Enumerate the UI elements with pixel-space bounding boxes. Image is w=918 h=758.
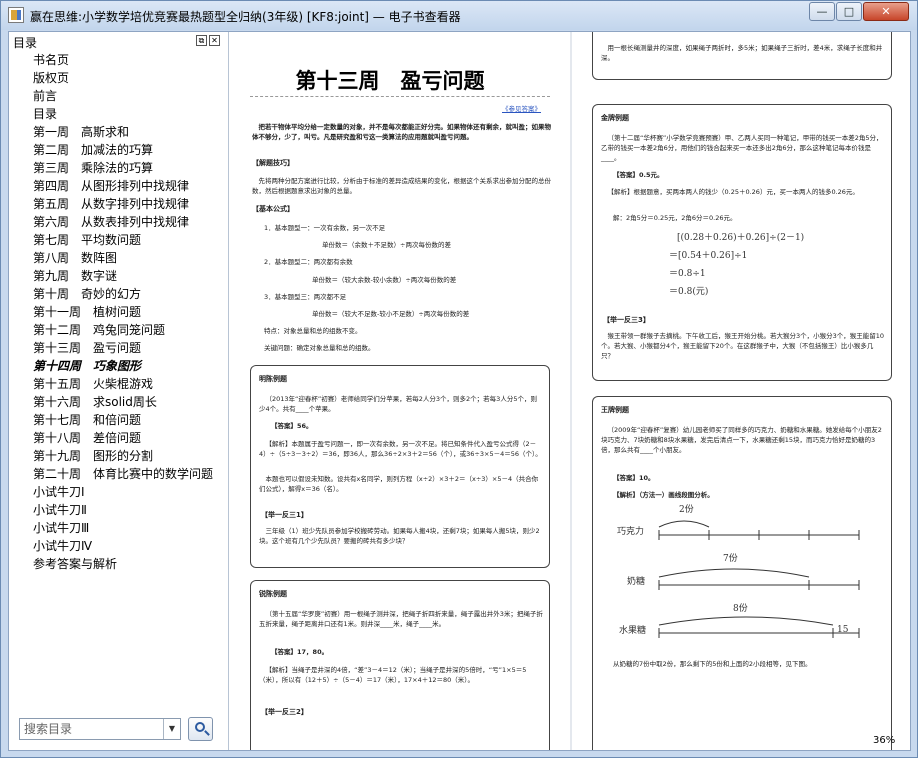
toc-item[interactable]: 第二十周 体育比赛中的数学问题 <box>33 465 227 483</box>
example-box-2: 锐陈例题 （第十五届“华罗庚”初赛）用一根绳子测井深，把绳子折四折来量，绳子露出… <box>250 580 550 750</box>
right-page: 用一根长绳测量井的深度，如果绳子两折时，多5米；如果绳子三折时，差4米，求绳子长… <box>572 32 910 750</box>
toc-item[interactable]: 书名页 <box>33 51 227 69</box>
toc-item[interactable]: 第二周 加减法的巧算 <box>33 141 227 159</box>
formula-heading: 【基本公式】 <box>252 205 294 213</box>
toc-item[interactable]: 第十三周 盈亏问题 <box>33 339 227 357</box>
toc-list: 书名页 版权页 前言 目录 第一周 高斯求和 第二周 加减法的巧算 第三周 乘除法的巧算 第四… <box>33 51 227 573</box>
chapter-title: 第十三周 盈亏问题 <box>295 68 485 93</box>
formula-2b: 单份数＝（较大余数-较小余数）÷两次每份数的差 <box>312 276 457 284</box>
toc-item[interactable]: 第一周 高斯求和 <box>33 123 227 141</box>
formula-1: 1．基本题型一：一次有余数，另一次不足 <box>264 224 386 232</box>
toc-item[interactable]: 第六周 从数表排列中找规律 <box>33 213 227 231</box>
tips-text: 先将两种分配方案进行比较，分析由于标准的差异造成结果的变化，根据这个关系求出参加… <box>252 177 551 195</box>
example-problem: （第十五届“华罗庚”初赛）用一根绳子测井深，把绳子折四折来量，绳子露出井外3米；… <box>259 610 543 628</box>
answer-link[interactable]: 《参见答案》 <box>502 104 541 114</box>
math-line-2: ＝[0.54＋0.26]÷1 <box>669 251 748 261</box>
toc-title: 目录 <box>13 36 38 50</box>
toc-item[interactable]: 第九周 数字谜 <box>33 267 227 285</box>
practice-heading: 【举一反三2】 <box>261 708 308 716</box>
toc-item[interactable]: 第十五周 火柴棍游戏 <box>33 375 227 393</box>
toc-item[interactable]: 小试牛刀Ⅱ <box>33 501 227 519</box>
toc-item[interactable]: 第十周 奇妙的幻方 <box>33 285 227 303</box>
example-answer: 【答案】0.5元。 <box>613 171 664 179</box>
practice-continuation-box: 用一根长绳测量井的深度，如果绳子两折时，多5米；如果绳子三折时，差4米，求绳子长… <box>592 32 892 80</box>
book-viewer[interactable]: 第十三周 盈亏问题 《参见答案》 把若干物体平均分给一定数量的对象，并不是每次都… <box>230 32 910 750</box>
close-pane-icon[interactable]: ✕ <box>209 35 220 46</box>
toc-item[interactable]: 第十六周 求solid周长 <box>33 393 227 411</box>
close-button[interactable]: ✕ <box>863 2 909 21</box>
toc-item[interactable]: 小试牛刀Ⅳ <box>33 537 227 555</box>
example-analysis: 【解析】根据题意，买两本两人的钱少（0.25＋0.26）元，买一本两人的钱多0.… <box>607 188 859 196</box>
toc-item[interactable]: 版权页 <box>33 69 227 87</box>
toc-item[interactable]: 小试牛刀Ⅲ <box>33 519 227 537</box>
math-line-1: [(0.28＋0.26)＋0.26]÷(2－1) <box>677 233 805 243</box>
window-title: 赢在思维:小学数学培优竞赛最热题型全归纳(3年级) [KF8:joint] — … <box>30 10 461 24</box>
example-title: 锐陈例题 <box>259 590 287 598</box>
formula-3: 3．基本题型三：两次都不足 <box>264 293 347 301</box>
math-line-4: ＝0.8(元) <box>669 287 709 297</box>
app-window: 赢在思维:小学数学培优竞赛最热题型全归纳(3年级) [KF8:joint] — … <box>0 0 918 758</box>
practice-text: 三年级（1）班少先队员参加学校搬砖劳动。如果每人搬4块，还剩7块；如果每人搬5块… <box>259 527 540 545</box>
toc-item[interactable]: 前言 <box>33 87 227 105</box>
chevron-down-icon[interactable]: ▼ <box>163 719 180 739</box>
toc-item[interactable]: 参考答案与解析 <box>33 555 227 573</box>
example-box-4: 王牌例题 （2009年“迎春杯”复赛）幼儿园老师买了同样多的巧克力、奶糖和水果糖… <box>592 396 892 750</box>
example-box-1: 明陈例题 （2013年“迎春杯”初赛）老师给同学们分苹果，若每2人分3个，则多2… <box>250 365 550 568</box>
toc-item[interactable]: 第十二周 鸡兔同笼问题 <box>33 321 227 339</box>
formula-1b: 单份数＝（余数＋不足数）÷两次每份数的差 <box>322 241 451 249</box>
practice-heading: 【举一反三3】 <box>603 316 650 324</box>
practice-heading: 【举一反三1】 <box>261 511 308 519</box>
toc-panel: 目录 ⧉ ✕ 书名页 版权页 前言 目录 第一周 高斯求和 第二周 加减法的巧算 第三周 乘… <box>9 32 229 750</box>
zoom-level: 36% <box>873 735 896 746</box>
maximize-button[interactable]: □ <box>836 2 862 21</box>
toc-search-combo[interactable]: ▼ <box>19 718 181 740</box>
example-problem: （2013年“迎春杯”初赛）老师给同学们分苹果，若每2人分3个，则多2个；若每3… <box>259 395 537 413</box>
example-box-3: 金牌例题 （第十二届“华杯赛”小学数学竞赛预赛）甲、乙两人买同一种笔记，甲带的钱… <box>592 104 892 381</box>
example-analysis: 【解析】本题属于盈亏问题一，即一次有余数，另一次不足。将已知条件代入盈亏公式得（… <box>259 440 542 458</box>
feature-note: 特点：对象总量和总的组数不变。 <box>264 327 362 335</box>
toc-item[interactable]: 第三周 乘除法的巧算 <box>33 159 227 177</box>
book-icon <box>8 7 24 23</box>
key-note: 关键问题：确定对象总量和总的组数。 <box>264 344 375 352</box>
formula-2: 2．基本题型二：两次都有余数 <box>264 258 353 266</box>
toc-item[interactable]: 第七周 平均数问题 <box>33 231 227 249</box>
search-button[interactable] <box>188 717 213 741</box>
toc-item[interactable]: 小试牛刀Ⅰ <box>33 483 227 501</box>
practice-text: 用一根长绳测量井的深度，如果绳子两折时，多5米；如果绳子三折时，差4米，求绳子长… <box>601 44 883 62</box>
left-page: 第十三周 盈亏问题 《参见答案》 把若干物体平均分给一定数量的对象，并不是每次都… <box>230 32 570 750</box>
toc-item[interactable]: 第十七周 和倍问题 <box>33 411 227 429</box>
toc-search-input[interactable] <box>20 719 163 739</box>
unit-conversion: 解：2角5分＝0.25元，2角6分＝0.26元。 <box>613 214 737 222</box>
math-line-3: ＝0.8÷1 <box>669 269 706 279</box>
toc-item[interactable]: 第四周 从图形排列中找规律 <box>33 177 227 195</box>
toc-item[interactable]: 第十一周 植树问题 <box>33 303 227 321</box>
toc-item[interactable]: 第五周 从数字排列中找规律 <box>33 195 227 213</box>
practice-text: 猴王带领一群猴子去摘桃。下午收工后，猴王开始分桃。若大猴分3个，小猴分3个，猴王… <box>601 332 885 360</box>
example-alt-solution: 本题也可以假设未知数。设共有x名同学，则列方程（x÷2）×3＋2＝（x÷3）×5… <box>259 475 539 493</box>
client-area: 目录 ⧉ ✕ 书名页 版权页 前言 目录 第一周 高斯求和 第二周 加减法的巧算 第三周 乘… <box>8 31 911 751</box>
undock-icon[interactable]: ⧉ <box>196 35 207 46</box>
example-title: 金牌例题 <box>601 114 629 122</box>
example-analysis: 【解析】当绳子是井深的4倍，“差”3－4＝12（米）；当绳子是井深的5倍时，“亏… <box>259 666 527 684</box>
tips-heading: 【解题技巧】 <box>252 159 294 167</box>
toc-item[interactable]: 第十八周 差倍问题 <box>33 429 227 447</box>
toc-item[interactable]: 第十九周 图形的分割 <box>33 447 227 465</box>
minimize-button[interactable]: — <box>809 2 835 21</box>
example-problem: （第十二届“华杯赛”小学数学竞赛预赛）甲、乙两人买同一种笔记，甲带的钱买一本差2… <box>601 134 883 162</box>
toc-item[interactable]: 第八周 数阵图 <box>33 249 227 267</box>
formula-3b: 单份数＝（较大不足数-较小不足数）÷两次每份数的差 <box>312 310 470 318</box>
example-answer: 【答案】56。 <box>271 422 313 430</box>
toc-item[interactable]: 第十四周 巧象图形 <box>33 357 227 375</box>
segment-diagram <box>658 520 860 638</box>
toc-header: 目录 ⧉ ✕ <box>9 32 228 50</box>
example-title: 明陈例题 <box>259 375 287 383</box>
title-divider <box>250 96 550 97</box>
intro-text: 把若干物体平均分给一定数量的对象，并不是每次都能正好分完。如果物体还有剩余，就叫… <box>252 123 551 141</box>
diagram-conclusion: 从奶糖的7份中取2份，那么剩下的5份和上面的2小段相等，见下图。 <box>613 660 812 668</box>
example-answer: 【答案】17，80。 <box>271 648 329 656</box>
title-bar[interactable]: 赢在思维:小学数学培优竞赛最热题型全归纳(3年级) [KF8:joint] — … <box>1 1 917 30</box>
toc-item[interactable]: 目录 <box>33 105 227 123</box>
